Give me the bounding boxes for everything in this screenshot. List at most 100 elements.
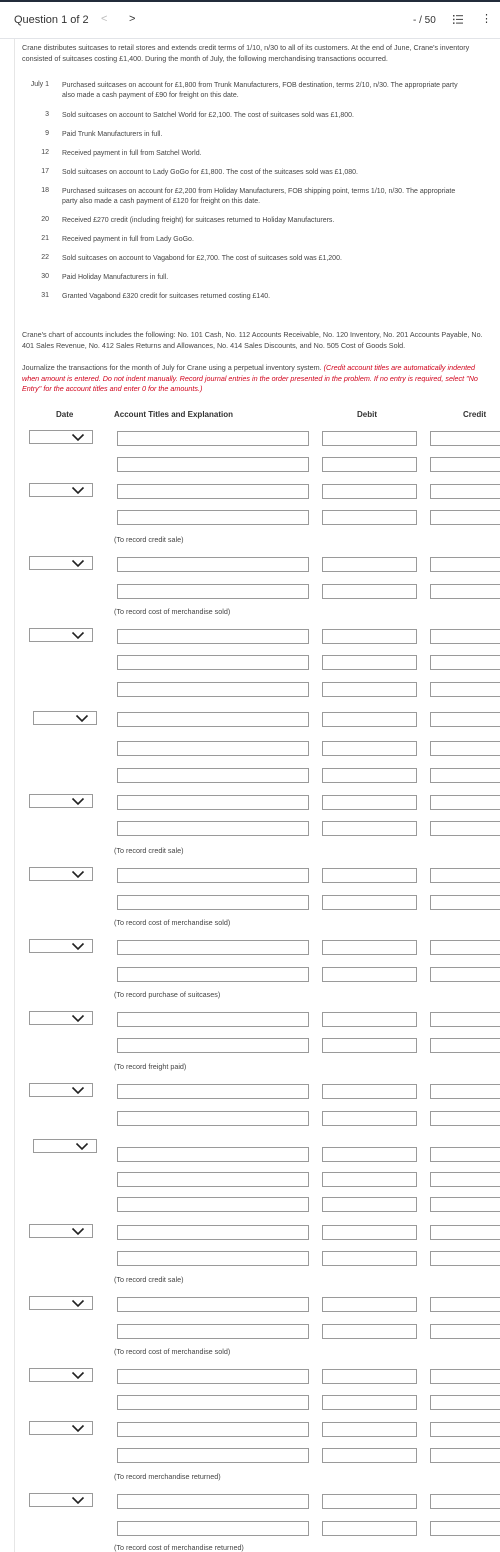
debit-input[interactable] bbox=[322, 1369, 417, 1384]
debit-input[interactable] bbox=[322, 1448, 417, 1463]
debit-input[interactable] bbox=[322, 1197, 417, 1212]
date-select[interactable] bbox=[29, 1224, 93, 1238]
credit-input[interactable] bbox=[430, 1111, 500, 1126]
credit-input[interactable] bbox=[430, 741, 500, 756]
account-title-input[interactable] bbox=[117, 584, 309, 599]
debit-input[interactable] bbox=[322, 1521, 417, 1536]
date-select[interactable] bbox=[33, 1139, 97, 1153]
account-title-input[interactable] bbox=[117, 1225, 309, 1240]
account-title-input[interactable] bbox=[117, 655, 309, 670]
account-title-input[interactable] bbox=[117, 967, 309, 982]
account-title-input[interactable] bbox=[117, 895, 309, 910]
debit-input[interactable] bbox=[322, 1494, 417, 1509]
account-title-input[interactable] bbox=[117, 940, 309, 955]
account-title-input[interactable] bbox=[117, 1251, 309, 1266]
debit-input[interactable] bbox=[322, 795, 417, 810]
account-title-input[interactable] bbox=[117, 1324, 309, 1339]
credit-input[interactable] bbox=[430, 895, 500, 910]
debit-input[interactable] bbox=[322, 868, 417, 883]
credit-input[interactable] bbox=[430, 629, 500, 644]
credit-input[interactable] bbox=[430, 1422, 500, 1437]
credit-input[interactable] bbox=[430, 1297, 500, 1312]
debit-input[interactable] bbox=[322, 510, 417, 525]
date-select[interactable] bbox=[29, 794, 93, 808]
debit-input[interactable] bbox=[322, 1395, 417, 1410]
debit-input[interactable] bbox=[322, 1324, 417, 1339]
credit-input[interactable] bbox=[430, 1324, 500, 1339]
debit-input[interactable] bbox=[322, 1084, 417, 1099]
account-title-input[interactable] bbox=[117, 868, 309, 883]
account-title-input[interactable] bbox=[117, 1521, 309, 1536]
debit-input[interactable] bbox=[322, 457, 417, 472]
credit-input[interactable] bbox=[430, 868, 500, 883]
more-options-icon[interactable]: ⋮ bbox=[481, 14, 492, 25]
account-title-input[interactable] bbox=[117, 821, 309, 836]
credit-input[interactable] bbox=[430, 1494, 500, 1509]
debit-input[interactable] bbox=[322, 1038, 417, 1053]
question-list-icon[interactable] bbox=[453, 15, 463, 24]
date-select[interactable] bbox=[33, 711, 97, 725]
debit-input[interactable] bbox=[322, 1225, 417, 1240]
credit-input[interactable] bbox=[430, 1084, 500, 1099]
date-select[interactable] bbox=[29, 1368, 93, 1382]
account-title-input[interactable] bbox=[117, 1422, 309, 1437]
account-title-input[interactable] bbox=[117, 712, 309, 727]
credit-input[interactable] bbox=[430, 1197, 500, 1212]
account-title-input[interactable] bbox=[117, 1197, 309, 1212]
debit-input[interactable] bbox=[322, 557, 417, 572]
account-title-input[interactable] bbox=[117, 1297, 309, 1312]
account-title-input[interactable] bbox=[117, 795, 309, 810]
date-select[interactable] bbox=[29, 628, 93, 642]
date-select[interactable] bbox=[29, 483, 93, 497]
account-title-input[interactable] bbox=[117, 629, 309, 644]
account-title-input[interactable] bbox=[117, 484, 309, 499]
account-title-input[interactable] bbox=[117, 457, 309, 472]
debit-input[interactable] bbox=[322, 895, 417, 910]
date-select[interactable] bbox=[29, 939, 93, 953]
credit-input[interactable] bbox=[430, 584, 500, 599]
debit-input[interactable] bbox=[322, 1297, 417, 1312]
date-select[interactable] bbox=[29, 556, 93, 570]
account-title-input[interactable] bbox=[117, 768, 309, 783]
account-title-input[interactable] bbox=[117, 431, 309, 446]
credit-input[interactable] bbox=[430, 655, 500, 670]
credit-input[interactable] bbox=[430, 712, 500, 727]
credit-input[interactable] bbox=[430, 1369, 500, 1384]
debit-input[interactable] bbox=[322, 741, 417, 756]
credit-input[interactable] bbox=[430, 557, 500, 572]
credit-input[interactable] bbox=[430, 1172, 500, 1187]
debit-input[interactable] bbox=[322, 1172, 417, 1187]
credit-input[interactable] bbox=[430, 940, 500, 955]
next-question-button[interactable]: > bbox=[129, 13, 135, 25]
credit-input[interactable] bbox=[430, 1521, 500, 1536]
account-title-input[interactable] bbox=[117, 1172, 309, 1187]
credit-input[interactable] bbox=[430, 795, 500, 810]
debit-input[interactable] bbox=[322, 1012, 417, 1027]
account-title-input[interactable] bbox=[117, 1038, 309, 1053]
account-title-input[interactable] bbox=[117, 1395, 309, 1410]
account-title-input[interactable] bbox=[117, 1494, 309, 1509]
credit-input[interactable] bbox=[430, 457, 500, 472]
account-title-input[interactable] bbox=[117, 1448, 309, 1463]
credit-input[interactable] bbox=[430, 1225, 500, 1240]
debit-input[interactable] bbox=[322, 629, 417, 644]
credit-input[interactable] bbox=[430, 1147, 500, 1162]
debit-input[interactable] bbox=[322, 967, 417, 982]
credit-input[interactable] bbox=[430, 1012, 500, 1027]
debit-input[interactable] bbox=[322, 1251, 417, 1266]
account-title-input[interactable] bbox=[117, 1084, 309, 1099]
date-select[interactable] bbox=[29, 1493, 93, 1507]
previous-question-button[interactable]: < bbox=[101, 13, 107, 25]
credit-input[interactable] bbox=[430, 1448, 500, 1463]
credit-input[interactable] bbox=[430, 967, 500, 982]
credit-input[interactable] bbox=[430, 682, 500, 697]
credit-input[interactable] bbox=[430, 431, 500, 446]
debit-input[interactable] bbox=[322, 1422, 417, 1437]
account-title-input[interactable] bbox=[117, 1369, 309, 1384]
date-select[interactable] bbox=[29, 1083, 93, 1097]
credit-input[interactable] bbox=[430, 1395, 500, 1410]
debit-input[interactable] bbox=[322, 431, 417, 446]
debit-input[interactable] bbox=[322, 768, 417, 783]
account-title-input[interactable] bbox=[117, 1012, 309, 1027]
debit-input[interactable] bbox=[322, 584, 417, 599]
